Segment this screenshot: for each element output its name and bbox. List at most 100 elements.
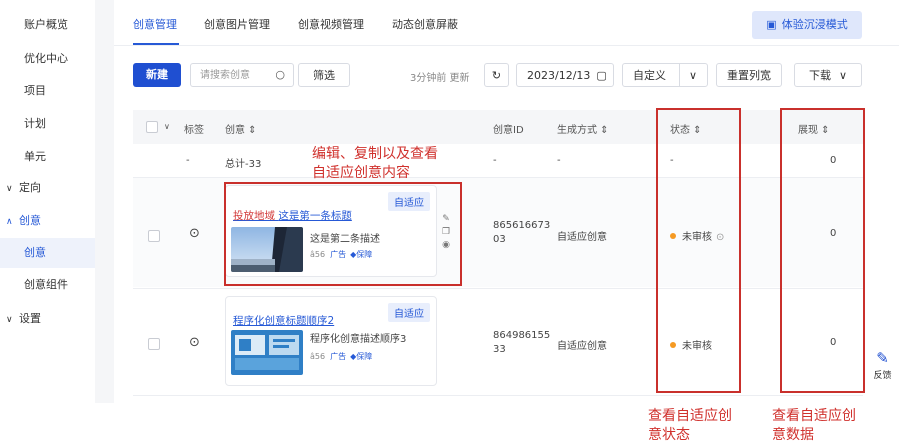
- tag-icon[interactable]: ⊙: [189, 226, 200, 241]
- sidebar-group-creative[interactable]: ∧ 创意: [0, 206, 95, 236]
- sidebar-item-optimization[interactable]: 优化中心: [0, 44, 95, 74]
- column-header-tag: 标签: [184, 125, 204, 136]
- tab-dynamic-block[interactable]: 动态创意屏蔽: [392, 16, 458, 32]
- meta-badge-text: 保障: [356, 352, 373, 361]
- sidebar-item-label: 单元: [24, 150, 46, 163]
- chevron-down-icon: ∨: [689, 69, 698, 82]
- download-button[interactable]: 下载 ∨: [794, 63, 862, 87]
- updated-text: 3分钟前 更新: [410, 73, 470, 84]
- creative-id-line: 864986155: [493, 330, 551, 341]
- generation-cell: 自适应创意: [557, 341, 607, 352]
- summary-tag-cell: -: [186, 155, 190, 166]
- column-header-creative[interactable]: 创意 ⇕: [225, 121, 257, 136]
- sidebar-group-settings[interactable]: ∨ 设置: [0, 304, 95, 334]
- row-divider: [133, 288, 863, 289]
- creative-id-cell: 865616673 03: [493, 220, 550, 245]
- summary-creative-cell: 总计-33: [225, 159, 262, 170]
- search-box: ○: [190, 63, 294, 87]
- custom-range-select[interactable]: 自定义 ∨: [622, 63, 708, 87]
- meta-ad-label: 广告: [330, 352, 347, 361]
- sidebar-item-label: 定向: [19, 181, 41, 194]
- immersive-mode-label: 体验沉浸模式: [781, 18, 848, 31]
- annotation-box-status: [656, 108, 741, 393]
- chevron-down-icon: ∨: [838, 69, 848, 82]
- search-icon[interactable]: ○: [275, 68, 285, 81]
- sidebar-item-label: 优化中心: [24, 52, 68, 65]
- creative-card[interactable]: 自适应 程序化创意标题顺序2 程序化创意描述顺序3 â56 广告 ◆保障: [225, 296, 437, 386]
- meta-name: â56: [310, 352, 326, 361]
- chevron-up-icon: ∧: [6, 217, 13, 227]
- sidebar-group-targeting[interactable]: ∨ 定向: [0, 173, 95, 203]
- feedback-button[interactable]: ✎ 反馈: [866, 349, 899, 381]
- filter-button[interactable]: 筛选: [298, 63, 350, 87]
- row-checkbox[interactable]: [148, 338, 160, 350]
- select-all-checkbox[interactable]: [146, 121, 158, 133]
- creative-description: 程序化创意描述顺序3: [310, 334, 407, 345]
- sidebar-item-unit[interactable]: 单元: [0, 142, 95, 172]
- row-checkbox[interactable]: [148, 230, 160, 242]
- active-tab-indicator: [133, 43, 179, 45]
- sidebar-item-account-overview[interactable]: 账户概览: [0, 10, 95, 40]
- app-root: 账户概览 优化中心 项目 计划 单元 ∨ 定向 ∧ 创意 创意 创意组件 ∨ 设置 创…: [0, 0, 899, 446]
- sidebar-item-creative[interactable]: 创意: [0, 238, 95, 268]
- date-picker[interactable]: 2023/12/13 ▢: [516, 63, 614, 87]
- tab-creative-images[interactable]: 创意图片管理: [204, 16, 270, 32]
- select-divider: [679, 64, 680, 86]
- chevron-right-icon: ∨: [6, 315, 13, 325]
- creative-title[interactable]: 程序化创意标题顺序2: [233, 313, 334, 328]
- annotation-area: [0, 403, 899, 446]
- title-text: 程序化创意标题顺序2: [233, 315, 335, 327]
- download-label: 下载: [808, 69, 831, 82]
- annotation-box-data: [780, 108, 865, 393]
- refresh-button[interactable]: ↻: [484, 63, 509, 87]
- sidebar: 账户概览 优化中心 项目 计划 单元 ∨ 定向 ∧ 创意 创意 创意组件 ∨ 设置: [0, 0, 95, 403]
- immersive-mode-button[interactable]: ▣ 体验沉浸模式: [752, 11, 862, 39]
- annotation-line: 编辑、复制以及查看: [312, 146, 438, 162]
- sidebar-item-creative-components[interactable]: 创意组件: [0, 270, 95, 300]
- annotation-line: 意状态: [648, 427, 690, 443]
- column-header-generation[interactable]: 生成方式 ⇕: [557, 121, 609, 136]
- annotation-line: 查看自适应创: [648, 408, 732, 424]
- chevron-down-icon[interactable]: ∨: [164, 122, 170, 131]
- sidebar-item-label: 项目: [24, 84, 46, 97]
- pen-icon: ✎: [876, 349, 889, 367]
- tab-creative-management[interactable]: 创意管理: [133, 16, 177, 32]
- row-divider: [133, 395, 863, 396]
- summary-gen-cell: -: [557, 155, 561, 166]
- chevron-right-icon: ∨: [6, 184, 13, 194]
- date-value: 2023/12/13: [527, 69, 591, 82]
- generation-cell: 自适应创意: [557, 232, 607, 243]
- search-input[interactable]: [191, 64, 267, 86]
- sidebar-item-label: 计划: [24, 117, 46, 130]
- column-header-id: 创意ID: [493, 125, 524, 136]
- new-button[interactable]: 新建: [133, 63, 181, 87]
- creative-thumbnail: [231, 330, 303, 375]
- annotation-line: 查看自适应创: [772, 408, 856, 424]
- tab-creative-videos[interactable]: 创意视频管理: [298, 16, 364, 32]
- annotation-data-note: 查看自适应创 意数据: [772, 407, 856, 445]
- creative-id-line: 865616673: [493, 220, 551, 231]
- creative-id-line: 33: [493, 344, 506, 355]
- immersive-icon: ▣: [766, 18, 777, 31]
- meta-badge: ◆保障: [350, 352, 372, 361]
- creative-meta: â56 广告 ◆保障: [310, 351, 372, 362]
- sidebar-item-project[interactable]: 项目: [0, 76, 95, 106]
- creative-id-cell: 864986155 33: [493, 330, 550, 355]
- annotation-edit-note: 编辑、复制以及查看 自适应创意内容: [312, 145, 438, 183]
- sidebar-item-label: 创意: [24, 246, 46, 259]
- refresh-icon: ↻: [491, 69, 502, 82]
- sidebar-item-label: 创意组件: [24, 278, 68, 291]
- feedback-label: 反馈: [873, 371, 892, 381]
- summary-id-cell: -: [493, 155, 497, 166]
- sidebar-gutter: [95, 0, 114, 403]
- sidebar-item-label: 账户概览: [24, 18, 68, 31]
- adaptive-tag: 自适应: [388, 303, 430, 322]
- annotation-line: 意数据: [772, 427, 814, 443]
- sidebar-item-label: 创意: [19, 214, 41, 227]
- annotation-box-card: [224, 182, 462, 286]
- tag-icon[interactable]: ⊙: [189, 335, 200, 350]
- creative-id-line: 03: [493, 234, 506, 245]
- reset-column-width-button[interactable]: 重置列宽: [716, 63, 782, 87]
- sidebar-item-plan[interactable]: 计划: [0, 109, 95, 139]
- annotation-status-note: 查看自适应创 意状态: [648, 407, 732, 445]
